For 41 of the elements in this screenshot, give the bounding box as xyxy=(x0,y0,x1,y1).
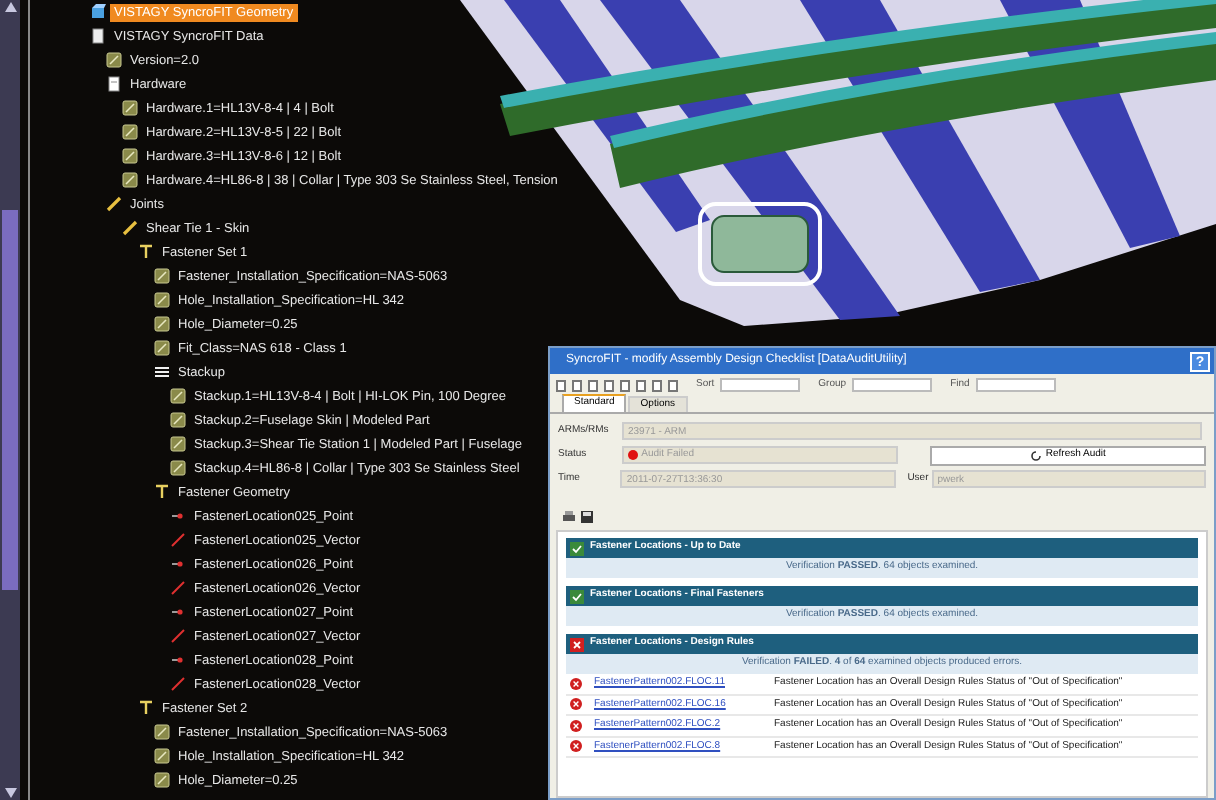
save-icon[interactable] xyxy=(580,509,594,523)
find-field[interactable] xyxy=(975,378,1056,392)
parameter-icon xyxy=(154,724,170,740)
parameter-icon xyxy=(154,292,170,308)
set-icon xyxy=(138,700,154,716)
error-icon xyxy=(570,677,582,690)
parameter-icon xyxy=(122,148,138,164)
parameter-icon xyxy=(170,412,186,428)
set-icon xyxy=(138,244,154,260)
set-icon xyxy=(154,484,170,500)
scrollbar[interactable] xyxy=(0,0,20,800)
parameter-icon xyxy=(170,460,186,476)
parameter-icon xyxy=(154,316,170,332)
document-icon xyxy=(106,76,122,92)
down-arrow-icon[interactable] xyxy=(3,786,17,800)
parameter-icon xyxy=(154,748,170,764)
point-icon xyxy=(170,556,186,572)
error-icon xyxy=(570,719,582,732)
geometry-icon xyxy=(90,4,106,20)
parameter-icon xyxy=(122,124,138,140)
error-icon xyxy=(570,740,582,753)
point-icon xyxy=(170,508,186,524)
parameter-icon xyxy=(122,100,138,116)
error-icon xyxy=(570,698,582,711)
point-icon xyxy=(170,652,186,668)
parameter-icon xyxy=(154,340,170,356)
parameter-icon xyxy=(154,268,170,284)
sort-field[interactable] xyxy=(720,378,801,392)
refresh-icon xyxy=(1029,449,1042,461)
document-icon xyxy=(90,28,106,44)
parameter-icon xyxy=(122,172,138,188)
stack-icon xyxy=(154,364,170,380)
print-icon[interactable] xyxy=(562,509,576,523)
scrollbar-thumb[interactable] xyxy=(2,210,18,590)
parameter-icon xyxy=(170,436,186,452)
up-arrow-icon[interactable] xyxy=(3,0,17,14)
parameter-icon xyxy=(170,388,186,404)
group-field[interactable] xyxy=(852,378,933,392)
parameter-icon xyxy=(106,52,122,68)
point-icon xyxy=(170,604,186,620)
parameter-icon xyxy=(154,772,170,788)
